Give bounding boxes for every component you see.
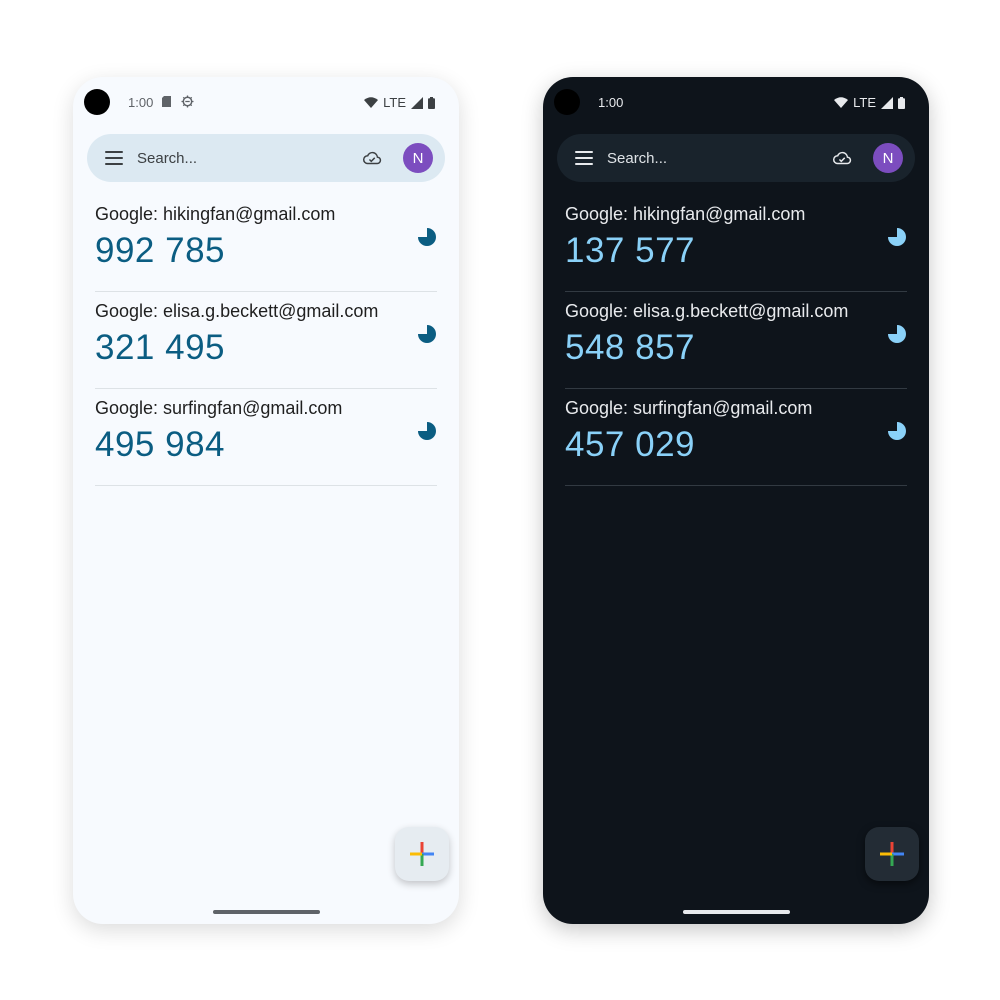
phone-light-theme: 1:00 LTE Search... N Google: hikingfan@g… [73, 77, 459, 924]
menu-icon[interactable] [575, 151, 593, 165]
search-input[interactable]: Search... [137, 150, 361, 167]
gesture-navigation-bar[interactable] [683, 910, 790, 914]
account-avatar[interactable]: N [403, 143, 433, 173]
countdown-timer-icon [418, 325, 436, 343]
countdown-timer-icon [888, 325, 906, 343]
otp-code[interactable]: 457 029 [565, 425, 695, 465]
code-row[interactable]: Google: elisa.g.beckett@gmail.com 548 85… [565, 292, 907, 389]
wifi-icon [364, 97, 379, 108]
account-label: Google: surfingfan@gmail.com [95, 398, 343, 418]
wifi-icon [834, 97, 849, 108]
account-label: Google: hikingfan@gmail.com [95, 204, 336, 224]
cloud-sync-icon[interactable] [831, 147, 853, 169]
phone-dark-theme: 1:00 LTE Search... N Google: hikingfan@g… [543, 77, 929, 924]
bug-icon [181, 95, 194, 108]
code-row[interactable]: Google: hikingfan@gmail.com 992 785 [95, 195, 437, 292]
code-row[interactable]: Google: surfingfan@gmail.com 495 984 [95, 389, 437, 486]
status-time: 1:00 [598, 95, 624, 110]
front-camera [554, 89, 580, 115]
code-row[interactable]: Google: surfingfan@gmail.com 457 029 [565, 389, 907, 486]
add-code-button[interactable] [395, 827, 449, 881]
search-input[interactable]: Search... [607, 150, 831, 167]
search-bar[interactable]: Search... N [557, 134, 915, 182]
plus-icon [410, 842, 434, 866]
battery-icon [898, 96, 905, 109]
menu-icon[interactable] [105, 151, 123, 165]
otp-code[interactable]: 992 785 [95, 231, 225, 271]
status-time: 1:00 [128, 95, 154, 110]
front-camera [84, 89, 110, 115]
signal-icon [881, 96, 893, 109]
gesture-navigation-bar[interactable] [213, 910, 320, 914]
search-bar[interactable]: Search... N [87, 134, 445, 182]
network-type: LTE [853, 95, 876, 110]
otp-code[interactable]: 137 577 [565, 231, 695, 271]
code-row[interactable]: Google: elisa.g.beckett@gmail.com 321 49… [95, 292, 437, 389]
cloud-sync-icon[interactable] [361, 147, 383, 169]
code-list: Google: hikingfan@gmail.com 137 577 Goog… [565, 195, 907, 486]
code-list: Google: hikingfan@gmail.com 992 785 Goog… [95, 195, 437, 486]
network-type: LTE [383, 95, 406, 110]
account-label: Google: surfingfan@gmail.com [565, 398, 813, 418]
countdown-timer-icon [888, 422, 906, 440]
code-row[interactable]: Google: hikingfan@gmail.com 137 577 [565, 195, 907, 292]
otp-code[interactable]: 321 495 [95, 328, 225, 368]
otp-code[interactable]: 495 984 [95, 425, 225, 465]
account-label: Google: elisa.g.beckett@gmail.com [95, 301, 379, 321]
countdown-timer-icon [888, 228, 906, 246]
countdown-timer-icon [418, 228, 436, 246]
add-code-button[interactable] [865, 827, 919, 881]
battery-icon [428, 96, 435, 109]
account-label: Google: elisa.g.beckett@gmail.com [565, 301, 849, 321]
signal-icon [411, 96, 423, 109]
otp-code[interactable]: 548 857 [565, 328, 695, 368]
countdown-timer-icon [418, 422, 436, 440]
plus-icon [880, 842, 904, 866]
account-avatar[interactable]: N [873, 143, 903, 173]
account-label: Google: hikingfan@gmail.com [565, 204, 806, 224]
sim-card-icon [162, 96, 171, 107]
